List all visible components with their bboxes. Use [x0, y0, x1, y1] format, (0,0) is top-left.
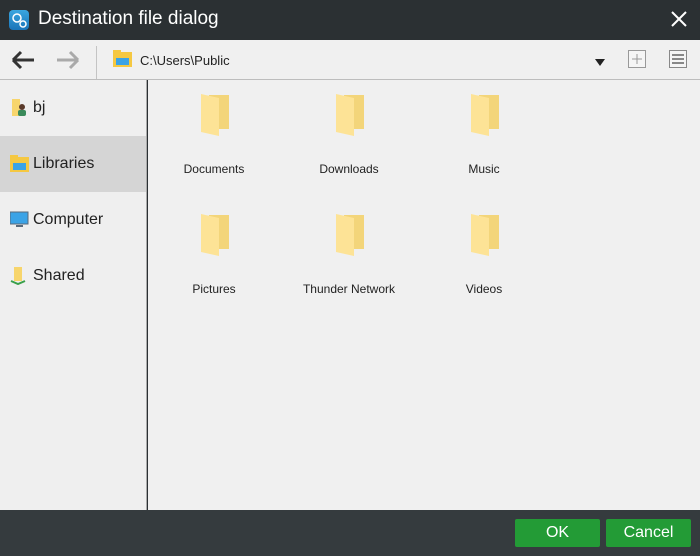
sidebar-item-shared[interactable]: Shared	[0, 248, 146, 304]
title-bar: Destination file dialog	[0, 0, 700, 40]
sidebar-item-libraries[interactable]: Libraries	[0, 136, 146, 192]
folder-icon	[336, 94, 364, 136]
folder-icon	[201, 214, 229, 256]
path-field[interactable]: C:\Users\Public	[140, 53, 230, 68]
new-folder-icon[interactable]	[628, 50, 646, 73]
folder-icon	[201, 94, 229, 136]
folder-music[interactable]: Music	[424, 80, 544, 190]
sidebar-item-label: bj	[33, 99, 46, 116]
folder-label: Pictures	[192, 282, 236, 296]
folder-label: Documents	[183, 162, 245, 176]
sidebar-item-label: Computer	[33, 211, 104, 228]
library-icon	[113, 50, 133, 73]
dialog-title: Destination file dialog	[38, 8, 219, 29]
folder-videos[interactable]: Videos	[424, 200, 544, 310]
folder-icon	[471, 94, 499, 136]
folder-pictures[interactable]: Pictures	[154, 200, 274, 310]
user-folder-icon	[12, 99, 26, 116]
computer-icon	[10, 211, 29, 227]
app-icon	[9, 10, 29, 30]
sidebar-item-bj[interactable]: bj	[0, 80, 146, 136]
sidebar-item-label: Libraries	[33, 155, 95, 172]
toolbar-divider	[96, 46, 97, 79]
cancel-button[interactable]: Cancel	[606, 519, 691, 547]
back-arrow-icon[interactable]	[10, 48, 36, 77]
path-dropdown-icon[interactable]	[594, 55, 606, 73]
sidebar-item-computer[interactable]: Computer	[0, 192, 146, 248]
forward-arrow-icon[interactable]	[55, 48, 81, 77]
folder-documents[interactable]: Documents	[154, 80, 274, 190]
folder-label: Downloads	[319, 162, 379, 176]
folder-label: Music	[468, 162, 500, 176]
shared-folder-icon	[10, 267, 26, 285]
folder-thunder-network[interactable]: Thunder Network	[289, 200, 409, 310]
folder-icon	[336, 214, 364, 256]
sidebar: bj Libraries Computer Shared	[0, 80, 147, 510]
library-icon	[10, 155, 29, 172]
close-icon[interactable]	[668, 8, 690, 30]
sidebar-item-label: Shared	[33, 267, 85, 284]
ok-button[interactable]: OK	[515, 519, 600, 547]
toolbar: C:\Users\Public	[0, 40, 700, 80]
folder-label: Thunder Network	[302, 282, 396, 296]
folder-grid: Documents Downloads Music Pictures Thund…	[148, 80, 700, 510]
folder-label: Videos	[465, 282, 503, 296]
view-list-icon[interactable]	[669, 50, 687, 73]
dialog-footer: OK Cancel	[0, 510, 700, 556]
folder-icon	[471, 214, 499, 256]
folder-downloads[interactable]: Downloads	[289, 80, 409, 190]
